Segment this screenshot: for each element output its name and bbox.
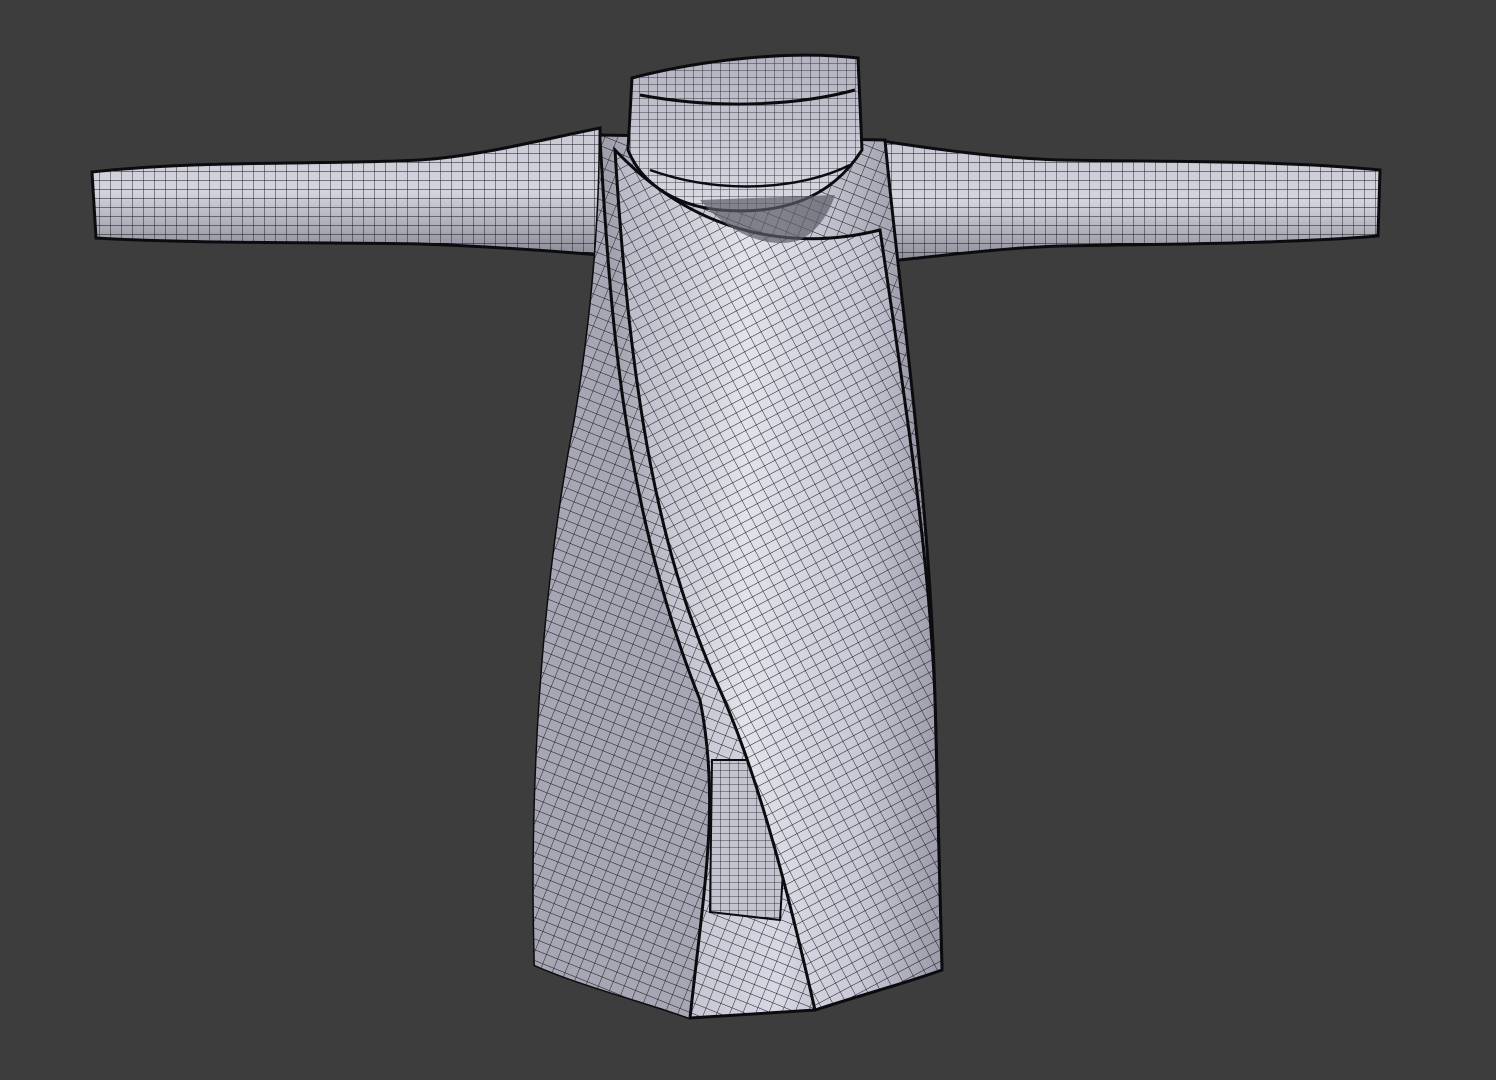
left-sleeve[interactable] (90, 126, 602, 257)
3d-viewport[interactable] (0, 0, 1496, 1080)
right-sleeve[interactable] (873, 138, 1382, 264)
mesh-render (90, 53, 1382, 1020)
